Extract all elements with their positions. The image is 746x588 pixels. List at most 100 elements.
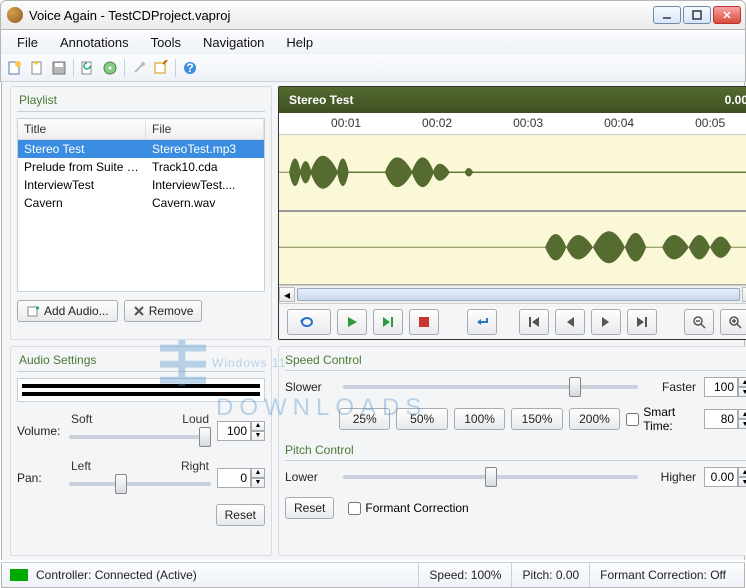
menu-help[interactable]: Help bbox=[276, 32, 323, 53]
speed-faster-label: Faster bbox=[646, 380, 696, 394]
speed-preset-button[interactable]: 200% bbox=[569, 408, 620, 430]
pitch-title: Pitch Control bbox=[285, 443, 746, 461]
volume-label: Volume: bbox=[17, 424, 63, 438]
pan-down-icon[interactable]: ▼ bbox=[251, 478, 265, 488]
menu-file[interactable]: File bbox=[7, 32, 48, 53]
window-title: Voice Again - TestCDProject.vaproj bbox=[29, 8, 653, 23]
return-button[interactable] bbox=[467, 309, 497, 335]
playlist-list[interactable]: Title File Stereo TestStereoTest.mp3Prel… bbox=[17, 118, 265, 292]
waveform-header: Stereo Test 0.00 bbox=[279, 87, 746, 113]
step-back-button[interactable] bbox=[555, 309, 585, 335]
status-formant: Formant Correction: Off bbox=[589, 563, 736, 587]
play-all-button[interactable] bbox=[373, 309, 403, 335]
skip-start-button[interactable] bbox=[519, 309, 549, 335]
waveform-scrollbar[interactable]: ◂ ▸ bbox=[279, 285, 746, 303]
playlist-row[interactable]: Stereo TestStereoTest.mp3 bbox=[18, 140, 264, 158]
playlist-row-file: InterviewTest.... bbox=[146, 176, 264, 194]
maximize-button[interactable] bbox=[683, 6, 711, 24]
volume-up-icon[interactable]: ▲ bbox=[251, 421, 265, 431]
add-audio-button[interactable]: Add Audio... bbox=[17, 300, 118, 322]
scroll-left-icon[interactable]: ◂ bbox=[279, 287, 295, 302]
skip-end-button[interactable] bbox=[627, 309, 657, 335]
audio-settings-panel: Audio Settings Volume: SoftLoud ▲▼ Pan: … bbox=[10, 346, 272, 556]
pan-slider[interactable] bbox=[69, 475, 211, 493]
pitch-value[interactable] bbox=[704, 467, 738, 487]
close-button[interactable] bbox=[713, 6, 741, 24]
app-icon bbox=[7, 7, 23, 23]
time-ruler[interactable]: 00:01 00:02 00:03 00:04 00:05 bbox=[279, 113, 746, 135]
scroll-thumb[interactable] bbox=[297, 288, 740, 301]
save-icon[interactable] bbox=[51, 60, 67, 76]
playlist-col-file[interactable]: File bbox=[146, 119, 264, 139]
waveform-panel: Stereo Test 0.00 00:01 00:02 00:03 00:04… bbox=[278, 86, 746, 340]
waveform-display[interactable] bbox=[279, 135, 746, 285]
pan-value[interactable] bbox=[217, 468, 251, 488]
volume-value[interactable] bbox=[217, 421, 251, 441]
pitch-higher-label: Higher bbox=[646, 470, 696, 484]
help-icon[interactable]: ? bbox=[182, 60, 198, 76]
new-project-icon[interactable] bbox=[7, 60, 23, 76]
stop-button[interactable] bbox=[409, 309, 439, 335]
track-title: Stereo Test bbox=[289, 93, 353, 107]
svg-text:?: ? bbox=[186, 61, 193, 75]
speed-preset-button[interactable]: 100% bbox=[454, 408, 505, 430]
loop-button[interactable] bbox=[287, 309, 331, 335]
smart-time-checkbox[interactable]: Smart Time: bbox=[626, 405, 698, 433]
speed-preset-button[interactable]: 25% bbox=[339, 408, 390, 430]
controls-panel: Speed Control Slower Faster ▲▼ 25%50%100… bbox=[278, 346, 746, 556]
status-bar: Controller: Connected (Active) Speed: 10… bbox=[1, 562, 745, 588]
status-pitch: Pitch: 0.00 bbox=[511, 563, 589, 587]
remove-button[interactable]: Remove bbox=[124, 300, 203, 322]
controller-status-icon bbox=[10, 569, 28, 581]
playlist-row[interactable]: Prelude from Suite No.1...Track10.cda bbox=[18, 158, 264, 176]
pan-label: Pan: bbox=[17, 471, 63, 485]
zoom-in-button[interactable] bbox=[720, 309, 746, 335]
playlist-row[interactable]: CavernCavern.wav bbox=[18, 194, 264, 212]
cd-icon[interactable] bbox=[102, 60, 118, 76]
minimize-button[interactable] bbox=[653, 6, 681, 24]
formant-checkbox[interactable]: Formant Correction bbox=[348, 501, 468, 515]
smart-time-value[interactable] bbox=[704, 409, 738, 429]
menu-tools[interactable]: Tools bbox=[141, 32, 191, 53]
remove-label: Remove bbox=[149, 304, 194, 318]
playlist-row-file: Cavern.wav bbox=[146, 194, 264, 212]
pitch-lower-label: Lower bbox=[285, 470, 335, 484]
wand-icon[interactable] bbox=[131, 60, 147, 76]
pitch-reset-button[interactable]: Reset bbox=[285, 497, 334, 519]
step-forward-button[interactable] bbox=[591, 309, 621, 335]
playlist-col-title[interactable]: Title bbox=[18, 119, 146, 139]
audio-reset-button[interactable]: Reset bbox=[216, 504, 265, 526]
zoom-out-button[interactable] bbox=[684, 309, 714, 335]
playlist-row-title: Cavern bbox=[18, 194, 146, 212]
volume-slider[interactable] bbox=[69, 428, 211, 446]
playlist-panel: Playlist Title File Stereo TestStereoTes… bbox=[10, 86, 272, 340]
playlist-row[interactable]: InterviewTestInterviewTest.... bbox=[18, 176, 264, 194]
audio-settings-title: Audio Settings bbox=[17, 353, 265, 372]
scroll-right-icon[interactable]: ▸ bbox=[742, 287, 746, 302]
add-audio-label: Add Audio... bbox=[44, 304, 109, 318]
volume-down-icon[interactable]: ▼ bbox=[251, 431, 265, 441]
pitch-slider[interactable] bbox=[343, 468, 638, 486]
status-controller: Controller: Connected (Active) bbox=[36, 568, 197, 582]
speed-preset-button[interactable]: 50% bbox=[396, 408, 447, 430]
edit-icon[interactable] bbox=[153, 60, 169, 76]
speed-slider[interactable] bbox=[343, 378, 638, 396]
menu-navigation[interactable]: Navigation bbox=[193, 32, 274, 53]
pan-up-icon[interactable]: ▲ bbox=[251, 468, 265, 478]
playlist-row-title: Prelude from Suite No.1... bbox=[18, 158, 146, 176]
transport-bar bbox=[279, 303, 746, 339]
playlist-row-file: StereoTest.mp3 bbox=[146, 140, 264, 158]
playlist-row-file: Track10.cda bbox=[146, 158, 264, 176]
status-speed: Speed: 100% bbox=[418, 563, 511, 587]
speed-preset-button[interactable]: 150% bbox=[511, 408, 562, 430]
play-button[interactable] bbox=[337, 309, 367, 335]
speed-slower-label: Slower bbox=[285, 380, 335, 394]
level-meter bbox=[17, 378, 265, 402]
track-position: 0.00 bbox=[725, 93, 746, 107]
speed-value[interactable] bbox=[704, 377, 738, 397]
new-icon[interactable] bbox=[29, 60, 45, 76]
toolbar: ? bbox=[0, 54, 746, 82]
refresh-icon[interactable] bbox=[80, 60, 96, 76]
remove-icon bbox=[133, 305, 145, 317]
menu-annotations[interactable]: Annotations bbox=[50, 32, 139, 53]
